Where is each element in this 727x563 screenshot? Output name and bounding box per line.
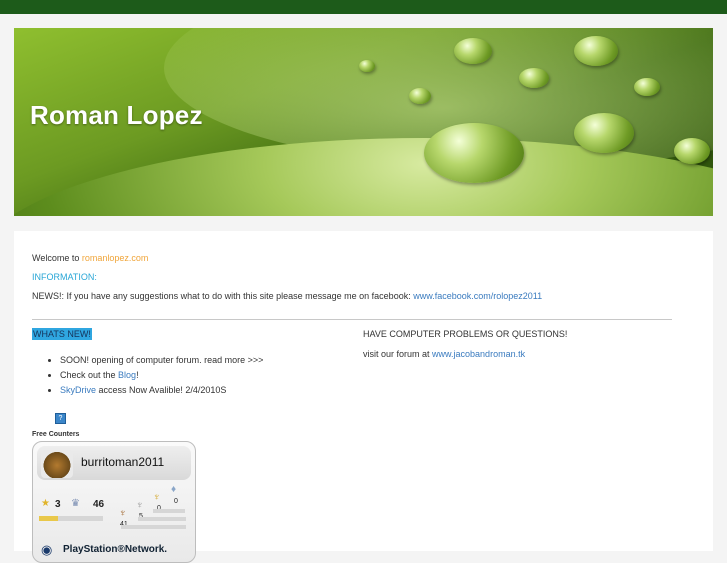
avatar xyxy=(41,450,73,478)
psn-level: 3 xyxy=(55,499,61,510)
water-drop xyxy=(519,68,549,88)
help-heading: HAVE COMPUTER PROBLEMS OR QUESTIONS! xyxy=(363,329,568,339)
psn-username: burritoman2011 xyxy=(81,455,165,469)
welcome-text: Welcome to xyxy=(32,253,82,263)
platinum-trophy-icon: ♦ xyxy=(171,484,177,495)
news-item-text: access Now Avalible! 2/4/2010S xyxy=(96,385,227,395)
trophy-total: 46 xyxy=(93,499,105,510)
forum-line: visit our forum at www.jacobandroman.tk xyxy=(363,349,525,359)
list-item: Check out the Blog! xyxy=(60,368,263,383)
news-item-text: Check out the xyxy=(60,370,119,380)
welcome-link[interactable]: romanlopez.com xyxy=(82,253,149,263)
forum-text: visit our forum at xyxy=(363,349,433,359)
news-item-text: ! xyxy=(136,370,139,380)
trophy-bar xyxy=(121,525,186,529)
information-label: INFORMATION: xyxy=(32,272,97,282)
list-item: SkyDrive access Now Avalible! 2/4/2010S xyxy=(60,383,263,398)
trophy-bar xyxy=(153,509,185,513)
trophies-icon: ♛ xyxy=(71,498,80,509)
water-drop xyxy=(574,36,618,66)
skydrive-link[interactable]: SkyDrive xyxy=(60,385,96,395)
counter-icon[interactable]: ? xyxy=(55,413,66,424)
main-content: Welcome to romanlopez.com INFORMATION: N… xyxy=(14,231,713,563)
playstation-icon: ◉ xyxy=(41,542,53,557)
header-banner: Roman Lopez xyxy=(14,28,713,216)
free-counters-label: Free Counters xyxy=(32,431,80,438)
facebook-link[interactable]: www.facebook.com/rolopez2011 xyxy=(413,291,542,301)
water-drop xyxy=(359,60,375,72)
water-drop xyxy=(574,113,634,153)
water-drop xyxy=(409,88,431,104)
gold-trophy-icon: ♆ xyxy=(153,492,161,503)
water-drop xyxy=(634,78,660,96)
level-progress-bar xyxy=(39,516,103,521)
psn-network-label: PlayStation®Network. xyxy=(63,544,168,555)
list-item: SOON! opening of computer forum. read mo… xyxy=(60,353,263,368)
level-progress-fill xyxy=(39,516,59,521)
whats-new-label: WHATS NEW! xyxy=(32,328,92,340)
water-drop xyxy=(454,38,492,64)
star-icon: ★ xyxy=(41,498,50,509)
water-drop xyxy=(424,123,524,183)
welcome-line: Welcome to romanlopez.com xyxy=(32,253,148,263)
silver-trophy-icon: ♆ xyxy=(136,500,144,511)
trophy-bar xyxy=(138,517,186,521)
news-text: NEWS!: If you have any suggestions what … xyxy=(32,291,414,301)
top-bar xyxy=(0,0,727,14)
bronze-trophy-icon: ♆ xyxy=(119,508,127,519)
site-title: Roman Lopez xyxy=(30,100,203,130)
blog-link[interactable]: Blog xyxy=(118,370,136,380)
news-item-text[interactable]: SOON! opening of computer forum. read mo… xyxy=(60,355,263,365)
water-drop xyxy=(674,138,710,164)
divider xyxy=(32,319,672,320)
whats-new-list: SOON! opening of computer forum. read mo… xyxy=(32,353,263,398)
news-line: NEWS!: If you have any suggestions what … xyxy=(32,291,542,301)
platinum-count: 0 xyxy=(174,498,178,505)
forum-link[interactable]: www.jacobandroman.tk xyxy=(432,349,525,359)
